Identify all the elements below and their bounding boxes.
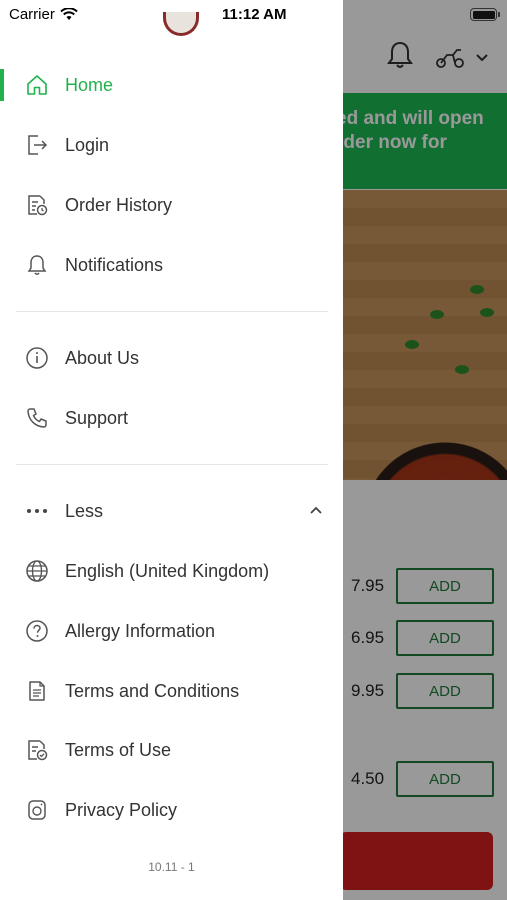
question-icon <box>24 618 50 644</box>
menu-label-allergy-information: Allergy Information <box>65 620 216 641</box>
status-bar: Carrier 11:12 AM <box>0 0 507 30</box>
menu-label-terms-of-use: Terms of Use <box>65 739 172 760</box>
menu-label-about-us: About Us <box>65 347 140 368</box>
info-icon <box>24 345 50 371</box>
carrier-info: Carrier <box>9 6 78 23</box>
bell-icon <box>24 252 50 278</box>
menu-label-support: Support <box>65 407 129 428</box>
carrier-label: Carrier <box>9 6 55 23</box>
more-dots-icon <box>24 498 50 524</box>
globe-icon <box>24 558 50 584</box>
phone-icon <box>24 405 50 431</box>
menu-item-allergy-information[interactable]: Allergy Information <box>0 601 343 661</box>
menu-item-notifications[interactable]: Notifications <box>0 235 343 295</box>
menu-label-notifications: Notifications <box>65 254 164 275</box>
menu-item-privacy-policy[interactable]: Privacy Policy <box>0 780 343 840</box>
order-history-icon <box>24 192 50 218</box>
battery-icon <box>470 8 500 21</box>
menu-item-terms-of-use[interactable]: Terms of Use <box>0 720 343 780</box>
navigation-drawer: Home Login Order History Notifications A… <box>0 0 343 900</box>
menu-item-home[interactable]: Home <box>0 55 343 115</box>
app-version: 10.11 - 1 <box>148 860 195 874</box>
divider <box>16 464 328 465</box>
menu-item-terms-and-conditions[interactable]: Terms and Conditions <box>0 661 343 721</box>
privacy-icon <box>24 797 50 823</box>
divider <box>16 311 328 312</box>
status-time: 11:12 AM <box>222 6 287 23</box>
menu-label-less: Less <box>65 500 104 521</box>
menu-item-about-us[interactable]: About Us <box>0 328 343 388</box>
menu-item-login[interactable]: Login <box>0 115 343 175</box>
menu-item-language[interactable]: English (United Kingdom) <box>0 541 343 601</box>
wifi-icon <box>60 8 78 20</box>
menu-label-home: Home <box>65 74 114 95</box>
menu-item-support[interactable]: Support <box>0 388 343 448</box>
login-icon <box>24 132 50 158</box>
document-check-icon <box>24 737 50 763</box>
menu-label-terms-and-conditions: Terms and Conditions <box>65 680 240 701</box>
less-toggle[interactable]: Less <box>0 481 343 541</box>
menu-label-privacy-policy: Privacy Policy <box>65 799 178 820</box>
menu-label-language: English (United Kingdom) <box>65 560 270 581</box>
chevron-up-icon <box>309 502 323 520</box>
menu-label-login: Login <box>65 134 110 155</box>
menu-label-order-history: Order History <box>65 194 173 215</box>
document-icon <box>24 678 50 704</box>
menu-item-order-history[interactable]: Order History <box>0 175 343 235</box>
home-icon <box>24 72 50 98</box>
